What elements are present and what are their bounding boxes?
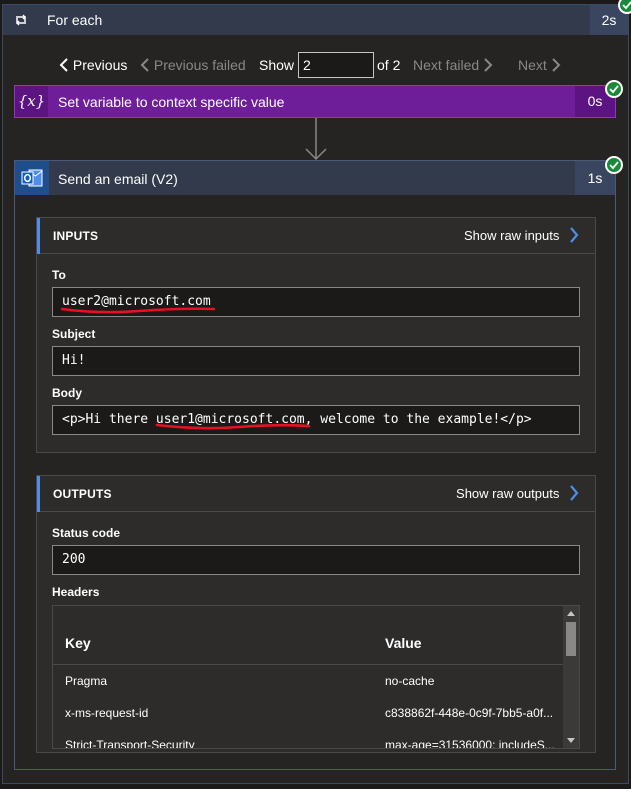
chevron-right-icon: [551, 58, 561, 72]
previous-failed-label: Previous failed: [153, 57, 246, 73]
show-raw-outputs-link[interactable]: Show raw outputs: [456, 485, 579, 501]
headers-label: Headers: [52, 585, 100, 599]
outputs-title: OUTPUTS: [53, 487, 112, 501]
status-code-label: Status code: [52, 526, 121, 540]
for-each-header[interactable]: For each 2s: [3, 5, 628, 35]
inputs-title: INPUTS: [53, 229, 99, 243]
chevron-left-icon: [140, 58, 149, 72]
chevron-left-icon: [59, 58, 68, 72]
send-email-action: Send an email (V2) 1s INPUTS Show raw in…: [14, 160, 616, 770]
status-code-field: 200: [52, 545, 580, 575]
show-raw-inputs-link[interactable]: Show raw inputs: [464, 227, 579, 243]
previous-button[interactable]: Previous: [59, 57, 127, 73]
header-key: Strict-Transport-Security: [65, 738, 195, 749]
subject-label: Subject: [52, 327, 96, 341]
flow-arrow-icon: [305, 118, 327, 161]
send-email-header[interactable]: Send an email (V2) 1s: [15, 161, 615, 195]
iteration-number-input[interactable]: [298, 52, 374, 78]
chevron-right-icon: [570, 485, 579, 501]
iteration-pager: Previous Previous failed Show of 2 Next …: [3, 52, 628, 80]
header-value: c838862f-448e-0c9f-7bb5-a0f...: [385, 706, 554, 720]
show-raw-outputs-label: Show raw outputs: [456, 486, 560, 501]
next-button[interactable]: Next: [518, 57, 561, 73]
inputs-section: INPUTS Show raw inputs To user2@microsof…: [36, 217, 596, 453]
chevron-right-icon: [570, 227, 579, 243]
send-email-title: Send an email (V2): [58, 171, 178, 187]
inputs-header: INPUTS Show raw inputs: [37, 218, 595, 254]
set-variable-title: Set variable to context specific value: [58, 94, 285, 110]
value-column-header: Value: [385, 635, 422, 651]
next-label: Next: [518, 57, 547, 73]
subject-field: Hi!: [52, 346, 580, 376]
to-field: user2@microsoft.com: [52, 287, 580, 317]
for-each-title: For each: [47, 12, 103, 28]
key-column-header: Key: [65, 635, 91, 651]
body-field: <p>Hi there user1@microsoft.com, welcome…: [52, 405, 580, 435]
scroll-thumb[interactable]: [566, 622, 576, 656]
previous-label: Previous: [72, 57, 128, 73]
headers-scrollbar[interactable]: [563, 606, 579, 748]
outputs-accent: [37, 476, 40, 512]
header-key: x-ms-request-id: [65, 706, 149, 720]
success-check-icon: [605, 156, 623, 174]
loop-icon: [16, 14, 26, 26]
scroll-down-icon[interactable]: [567, 738, 575, 743]
to-label: To: [52, 268, 66, 282]
show-raw-inputs-label: Show raw inputs: [463, 228, 560, 243]
headers-divider: [53, 664, 563, 665]
header-value: max-age=31536000; includeS...: [385, 738, 555, 749]
chevron-right-icon: [484, 58, 493, 72]
outputs-section: OUTPUTS Show raw outputs Status code 200…: [36, 475, 596, 753]
variable-icon: {x}: [15, 86, 48, 117]
outputs-header: OUTPUTS Show raw outputs: [37, 476, 595, 512]
set-variable-action[interactable]: {x} Set variable to context specific val…: [14, 85, 616, 118]
next-failed-label: Next failed: [413, 57, 480, 73]
header-value: no-cache: [385, 674, 435, 688]
body-label: Body: [52, 386, 82, 400]
scroll-up-icon[interactable]: [567, 611, 575, 616]
of-total-label: of 2: [377, 57, 401, 73]
success-check-icon: [605, 80, 623, 98]
inputs-accent: [37, 218, 40, 254]
headers-table[interactable]: Key Value Pragma no-cache x-ms-request-i…: [52, 605, 580, 749]
next-failed-button[interactable]: Next failed: [413, 57, 493, 73]
header-key: Pragma: [65, 674, 108, 688]
previous-failed-button[interactable]: Previous failed: [140, 57, 246, 73]
show-label: Show: [259, 57, 295, 73]
outlook-icon: [15, 161, 49, 195]
